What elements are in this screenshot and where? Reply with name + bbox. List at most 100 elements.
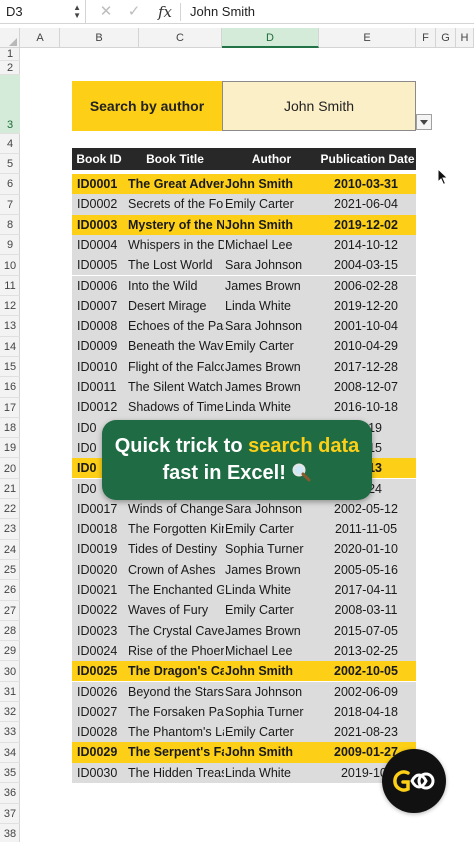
cell-publication-date[interactable]: 2016-10-18 xyxy=(318,397,414,417)
table-row[interactable]: ID0030 The Hidden Treas Linda White 2019-10… xyxy=(72,762,416,783)
table-row[interactable]: ID0017 Winds of Change Sara Johnson 2002-05… xyxy=(72,498,416,520)
cell-book-title[interactable]: The Dragon's Call xyxy=(128,661,224,681)
cell-book-id[interactable]: ID0017 xyxy=(77,499,125,519)
table-row[interactable]: ID0004 Whispers in the D Michael Lee 2014-1… xyxy=(72,234,416,256)
select-all-corner[interactable] xyxy=(0,28,20,48)
table-row[interactable]: ID0008 Echoes of the Pas Sara Johnson 2001-… xyxy=(72,316,416,337)
table-row[interactable]: ID0026 Beyond the Stars Sara Johnson 2002-0… xyxy=(72,681,416,702)
row-header-32[interactable]: 32 xyxy=(0,702,20,723)
cell-author[interactable]: Linda White xyxy=(225,397,315,417)
row-header-12[interactable]: 12 xyxy=(0,296,20,317)
table-row[interactable]: ID0003 Mystery of the Ni John Smith 2019-12… xyxy=(72,214,416,235)
table-row[interactable]: ID0021 The Enchanted G Linda White 2017-04-… xyxy=(72,580,416,601)
cell-book-title[interactable]: The Serpent's Far xyxy=(128,742,224,762)
table-row[interactable]: ID0007 Desert Mirage Linda White 2019-12-20 xyxy=(72,295,416,317)
cell-book-id[interactable]: ID0023 xyxy=(77,621,125,641)
cell-book-id[interactable]: ID0030 xyxy=(77,763,125,783)
row-header-34[interactable]: 34 xyxy=(0,743,20,763)
row-header-38[interactable]: 38 xyxy=(0,824,20,842)
table-row[interactable]: ID0001 The Great Advent John Smith 2010-03-… xyxy=(72,174,416,195)
cell-book-title[interactable]: Mystery of the Ni xyxy=(128,215,224,235)
cell-publication-date[interactable]: 2019-12-02 xyxy=(318,215,414,235)
row-header-1[interactable]: 1 xyxy=(0,48,20,61)
cell-author[interactable]: Michael Lee xyxy=(225,641,315,661)
cell-book-title[interactable]: The Forsaken Pat xyxy=(128,702,224,722)
cell-publication-date[interactable]: 2021-06-04 xyxy=(318,194,414,214)
column-header-c[interactable]: C xyxy=(139,28,222,48)
table-row[interactable]: ID0027 The Forsaken Pat Sophia Turner 2018-… xyxy=(72,701,416,723)
cell-book-title[interactable]: Desert Mirage xyxy=(128,296,224,316)
cell-publication-date[interactable]: 2020-01-10 xyxy=(318,539,414,559)
cell-book-title[interactable]: The Great Advent xyxy=(128,174,224,194)
row-header-23[interactable]: 23 xyxy=(0,519,20,540)
cell-author[interactable]: James Brown xyxy=(225,621,315,641)
cell-book-title[interactable]: Beyond the Stars xyxy=(128,682,224,702)
cell-book-id[interactable]: ID0006 xyxy=(77,276,125,296)
row-header-2[interactable]: 2 xyxy=(0,61,20,75)
cancel-icon[interactable]: ✕ xyxy=(96,0,116,24)
cell-book-id[interactable]: ID0010 xyxy=(77,357,125,377)
row-header-26[interactable]: 26 xyxy=(0,580,20,601)
row-header-11[interactable]: 11 xyxy=(0,276,20,297)
cell-book-title[interactable]: Secrets of the For xyxy=(128,194,224,214)
cell-book-id[interactable]: ID0026 xyxy=(77,682,125,702)
cell-book-title[interactable]: The Silent Watch xyxy=(128,377,224,397)
cell-book-id[interactable]: ID0005 xyxy=(77,255,125,275)
table-row[interactable]: ID0006 Into the Wild James Brown 2006-02-28 xyxy=(72,275,416,296)
cell-book-id[interactable]: ID0018 xyxy=(77,519,125,539)
row-header-20[interactable]: 20 xyxy=(0,459,20,479)
cell-author[interactable]: Sara Johnson xyxy=(225,255,315,275)
cell-book-title[interactable]: Waves of Fury xyxy=(128,600,224,620)
cell-publication-date[interactable]: 2008-03-11 xyxy=(318,600,414,620)
cell-publication-date[interactable]: 2004-03-15 xyxy=(318,255,414,275)
cell-book-title[interactable]: The Forgotten Kir xyxy=(128,519,224,539)
column-header-a[interactable]: A xyxy=(21,28,60,48)
column-header-b[interactable]: B xyxy=(60,28,139,48)
row-header-6[interactable]: 6 xyxy=(0,174,20,195)
table-row[interactable]: ID0012 Shadows of Time Linda White 2016-10-… xyxy=(72,397,416,418)
table-row[interactable]: ID0020 Crown of Ashes James Brown 2005-05-1… xyxy=(72,559,416,580)
name-box[interactable]: D3 ▲ ▼ xyxy=(0,0,86,24)
cell-book-id[interactable]: ID0007 xyxy=(77,296,125,316)
chevron-down-icon[interactable] xyxy=(416,114,432,130)
table-row[interactable]: ID0028 The Phantom's La Emily Carter 2021-0… xyxy=(72,722,416,743)
cell-book-id[interactable]: ID0003 xyxy=(77,215,125,235)
cell-author[interactable]: John Smith xyxy=(225,742,315,762)
cell-book-id[interactable]: ID0019 xyxy=(77,539,125,559)
cell-author[interactable]: Linda White xyxy=(225,296,315,316)
cell-publication-date[interactable]: 2014-10-12 xyxy=(318,235,414,255)
table-row[interactable]: ID0022 Waves of Fury Emily Carter 2008-03-1… xyxy=(72,600,416,621)
cell-book-id[interactable]: ID0021 xyxy=(77,580,125,600)
row-header-27[interactable]: 27 xyxy=(0,601,20,621)
cell-publication-date[interactable]: 2021-08-23 xyxy=(318,722,414,742)
table-row[interactable]: ID0011 The Silent Watch James Brown 2008-12… xyxy=(72,377,416,398)
cell-author[interactable]: James Brown xyxy=(225,276,315,296)
cell-book-id[interactable]: ID0012 xyxy=(77,397,125,417)
cell-author[interactable]: Linda White xyxy=(225,763,315,783)
row-header-21[interactable]: 21 xyxy=(0,479,20,500)
cell-book-title[interactable]: Shadows of Time xyxy=(128,397,224,417)
row-header-30[interactable]: 30 xyxy=(0,662,20,682)
cell-author[interactable]: Sophia Turner xyxy=(225,539,315,559)
cell-publication-date[interactable]: 2002-06-09 xyxy=(318,682,414,702)
row-header-35[interactable]: 35 xyxy=(0,763,20,784)
cell-author[interactable]: John Smith xyxy=(225,174,315,194)
column-header-e[interactable]: E xyxy=(319,28,416,48)
function-icon[interactable]: fx xyxy=(158,0,172,24)
formula-input[interactable]: John Smith xyxy=(190,0,255,24)
cell-book-title[interactable]: Echoes of the Pas xyxy=(128,316,224,336)
table-row[interactable]: ID0024 Rise of the Phoen Michael Lee 2013-0… xyxy=(72,640,416,662)
cell-author[interactable]: Sara Johnson xyxy=(225,316,315,336)
cell-book-id[interactable]: ID0002 xyxy=(77,194,125,214)
search-author-cell[interactable]: John Smith xyxy=(222,81,416,131)
row-header-29[interactable]: 29 xyxy=(0,641,20,662)
cell-publication-date[interactable]: 2002-10-05 xyxy=(318,661,414,681)
row-header-9[interactable]: 9 xyxy=(0,235,20,256)
row-header-18[interactable]: 18 xyxy=(0,418,20,439)
cell-publication-date[interactable]: 2011-11-05 xyxy=(318,519,414,539)
row-header-22[interactable]: 22 xyxy=(0,499,20,520)
cell-author[interactable]: Sophia Turner xyxy=(225,702,315,722)
column-header-d[interactable]: D xyxy=(222,28,319,48)
cell-book-id[interactable]: ID0004 xyxy=(77,235,125,255)
cell-author[interactable]: Emily Carter xyxy=(225,336,315,356)
